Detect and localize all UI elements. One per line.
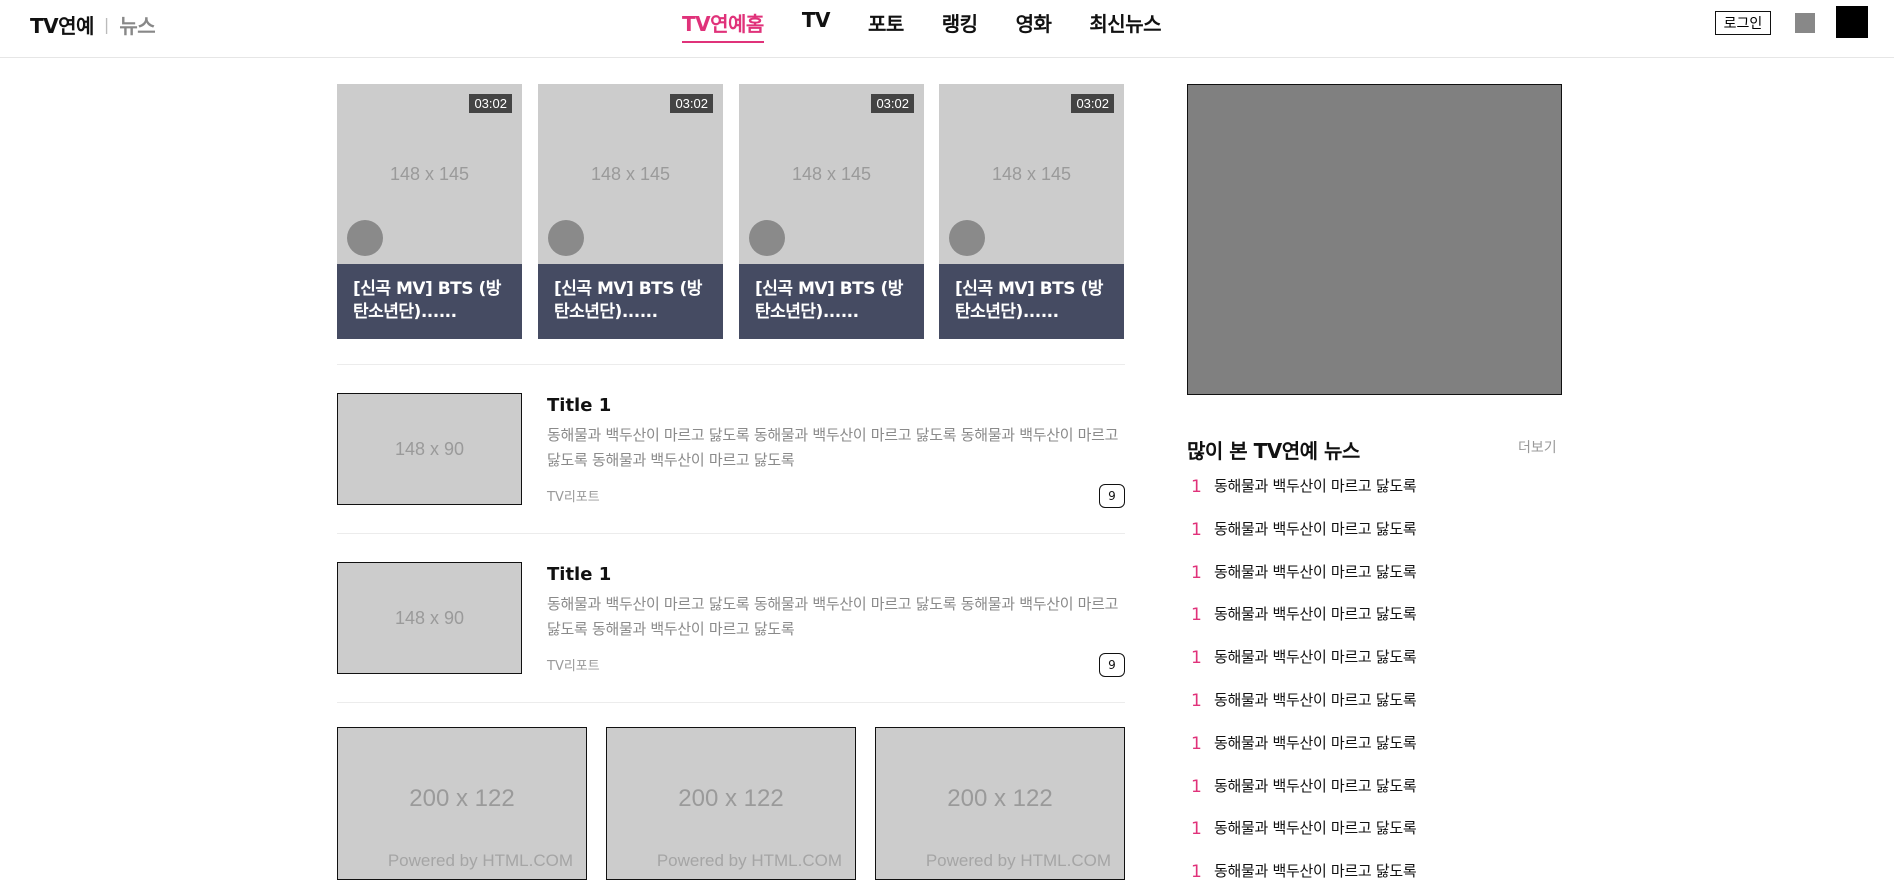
ad-banner[interactable] [1187, 84, 1562, 395]
rank-headline[interactable]: 동해물과 백두산이 마르고 닳도록 [1214, 560, 1417, 584]
photo-card[interactable]: 200 x 122 Powered by HTML.COM [875, 727, 1125, 880]
video-thumbnail: 148 x 145 03:02 [939, 84, 1124, 264]
news-description: 동해물과 백두산이 마르고 닳도록 동해물과 백두산이 마르고 닳도록 동해물과… [547, 595, 1119, 638]
rank-headline[interactable]: 동해물과 백두산이 마르고 닳도록 [1214, 731, 1417, 755]
nav-item-movie[interactable]: 영화 [1016, 8, 1052, 43]
nav-item-tv-home[interactable]: TV연예홈 [682, 8, 764, 43]
photo-card[interactable]: 200 x 122 Powered by HTML.COM [606, 727, 856, 880]
news-item[interactable]: 148 x 90 Title 1 동해물과 백두산이 마르고 닳도록 동해물과 … [337, 562, 1125, 677]
thumbnail-placeholder-text: 148 x 145 [590, 163, 671, 184]
rank-number: 1 [1191, 562, 1202, 583]
ranking-section-title: 많이 본 TV연예 뉴스 [1187, 439, 1360, 463]
ranking-list: 1 동해물과 백두산이 마르고 닳도록 1 동해물과 백두산이 마르고 닳도록 1동… [1191, 474, 1562, 892]
news-description: 동해물과 백두산이 마르고 닳도록 동해물과 백두산이 마르고 닳도록 동해물과… [547, 426, 1119, 469]
rank-number: 1 [1191, 733, 1202, 754]
main-nav: TV연예홈 TV 포토 랭킹 영화 최신뉴스 [682, 8, 1199, 43]
thumbnail-placeholder-text: 148 x 145 [389, 163, 470, 184]
news-thumbnail: 148 x 90 [337, 562, 522, 674]
ranking-item[interactable]: 1 동해물과 백두산이 마르고 닳도록 [1191, 859, 1562, 892]
rank-headline[interactable]: 동해물과 백두산이 마르고 닳도록 [1214, 602, 1417, 626]
powered-by-text: Powered by HTML.COM [925, 851, 1111, 870]
rank-headline[interactable]: 동해물과 백두산이 마르고 닳도록 [1214, 474, 1417, 498]
video-thumbnail: 148 x 145 03:02 [337, 84, 522, 264]
video-caption: [신곡 MV] BTS (방탄소년단)...... [739, 264, 924, 339]
video-caption: [신곡 MV] BTS (방탄소년단)...... [939, 264, 1124, 339]
rank-number: 1 [1191, 605, 1202, 626]
photo-card[interactable]: 200 x 122 Powered by HTML.COM [337, 727, 587, 880]
nav-item-tv[interactable]: TV [802, 8, 831, 43]
brand-sub-text[interactable]: 뉴스 [119, 10, 155, 39]
util-icon[interactable] [1795, 13, 1815, 33]
nav-item-ranking[interactable]: 랭킹 [942, 8, 978, 43]
ranking-item[interactable]: 1 동해물과 백두산이 마르고 닳도록 [1191, 602, 1562, 645]
video-caption: [신곡 MV] BTS (방탄소년단)...... [337, 264, 522, 339]
comment-count-badge[interactable]: 9 [1099, 484, 1125, 508]
video-card[interactable]: 148 x 145 03:02 [신곡 MV] BTS (방탄소년단).....… [538, 84, 723, 339]
rank-number: 1 [1191, 648, 1202, 669]
play-icon[interactable] [949, 220, 985, 256]
ranking-item[interactable]: 1 동해물과 백두산이 마르고 닳도록 [1191, 774, 1562, 817]
nav-item-latest-news[interactable]: 최신뉴스 [1089, 8, 1161, 43]
news-item[interactable]: 148 x 90 Title 1 동해물과 백두산이 마르고 닳도록 동해물과 … [337, 393, 1125, 508]
rank-headline[interactable]: 동해물과 백두산이 마르고 닳도록 [1214, 816, 1417, 840]
menu-icon[interactable] [1836, 6, 1868, 38]
rank-headline[interactable]: 동해물과 백두산이 마르고 닳도록 [1214, 859, 1417, 883]
section-divider [337, 364, 1125, 365]
thumbnail-placeholder-text: 200 x 122 [947, 784, 1053, 812]
thumbnail-placeholder-text: 148 x 90 [394, 607, 465, 628]
video-card[interactable]: 148 x 145 03:02 [신곡 MV] BTS (방탄소년단).....… [939, 84, 1124, 339]
ranking-item[interactable]: 1 동해물과 백두산이 마르고 닳도록 [1191, 474, 1562, 517]
play-icon[interactable] [749, 220, 785, 256]
powered-by-text: Powered by HTML.COM [656, 851, 842, 870]
ranking-item[interactable]: 1 동해물과 백두산이 마르고 닳도록 [1191, 645, 1562, 688]
play-icon[interactable] [548, 220, 584, 256]
brand-logo[interactable]: TV연예 | 뉴스 [30, 10, 156, 39]
ranking-item[interactable]: 1 동해물과 백두산이 마르고 닳도록 [1191, 816, 1562, 859]
rank-number: 1 [1191, 776, 1202, 797]
more-link[interactable]: 더보기 [1518, 437, 1557, 457]
video-thumbnail: 148 x 145 03:02 [538, 84, 723, 264]
section-divider [337, 533, 1125, 534]
nav-item-photo[interactable]: 포토 [868, 8, 904, 43]
video-duration-badge: 03:02 [670, 94, 713, 113]
rank-number: 1 [1191, 819, 1202, 840]
thumbnail-placeholder-text: 148 x 145 [991, 163, 1072, 184]
thumbnail-placeholder-text: 148 x 145 [791, 163, 872, 184]
rank-number: 1 [1191, 690, 1202, 711]
rank-headline[interactable]: 동해물과 백두산이 마르고 닳도록 [1214, 774, 1417, 798]
video-duration-badge: 03:02 [1071, 94, 1114, 113]
video-caption: [신곡 MV] BTS (방탄소년단)...... [538, 264, 723, 339]
ranking-item[interactable]: 1 동해물과 백두산이 마르고 닳도록 [1191, 560, 1562, 603]
video-duration-badge: 03:02 [871, 94, 914, 113]
top-header: TV연예 | 뉴스 TV연예홈 TV 포토 랭킹 영화 최신뉴스 로그인 [0, 0, 1894, 58]
rank-number: 1 [1191, 477, 1202, 497]
ranking-item[interactable]: 1 동해물과 백두산이 마르고 닳도록 [1191, 517, 1562, 560]
rank-number: 1 [1191, 862, 1202, 883]
video-card[interactable]: 148 x 145 03:02 [신곡 MV] BTS (방탄소년단).....… [739, 84, 924, 339]
video-duration-badge: 03:02 [469, 94, 512, 113]
ranking-item[interactable]: 1 동해물과 백두산이 마르고 닳도록 [1191, 688, 1562, 731]
news-thumbnail: 148 x 90 [337, 393, 522, 505]
news-title[interactable]: Title 1 [547, 564, 611, 585]
brand-main-text: TV연예 [30, 14, 94, 38]
login-button[interactable]: 로그인 [1715, 11, 1771, 35]
thumbnail-placeholder-text: 200 x 122 [409, 784, 515, 812]
brand-separator: | [103, 15, 110, 34]
comment-count-badge[interactable]: 9 [1099, 653, 1125, 677]
news-title[interactable]: Title 1 [547, 395, 611, 416]
video-thumbnail: 148 x 145 03:02 [739, 84, 924, 264]
news-source: TV리포트 [547, 659, 600, 674]
video-card[interactable]: 148 x 145 03:02 [신곡 MV] BTS (방탄소년단).....… [337, 84, 522, 339]
thumbnail-placeholder-text: 200 x 122 [678, 784, 784, 812]
rank-headline[interactable]: 동해물과 백두산이 마르고 닳도록 [1214, 645, 1417, 669]
powered-by-text: Powered by HTML.COM [387, 851, 573, 870]
ranking-item[interactable]: 1 동해물과 백두산이 마르고 닳도록 [1191, 731, 1562, 774]
rank-number: 1 [1191, 519, 1202, 540]
rank-headline[interactable]: 동해물과 백두산이 마르고 닳도록 [1214, 517, 1417, 541]
play-icon[interactable] [347, 220, 383, 256]
section-divider [337, 702, 1125, 703]
news-source: TV리포트 [547, 490, 600, 505]
thumbnail-placeholder-text: 148 x 90 [394, 438, 465, 459]
rank-headline[interactable]: 동해물과 백두산이 마르고 닳도록 [1214, 688, 1417, 712]
